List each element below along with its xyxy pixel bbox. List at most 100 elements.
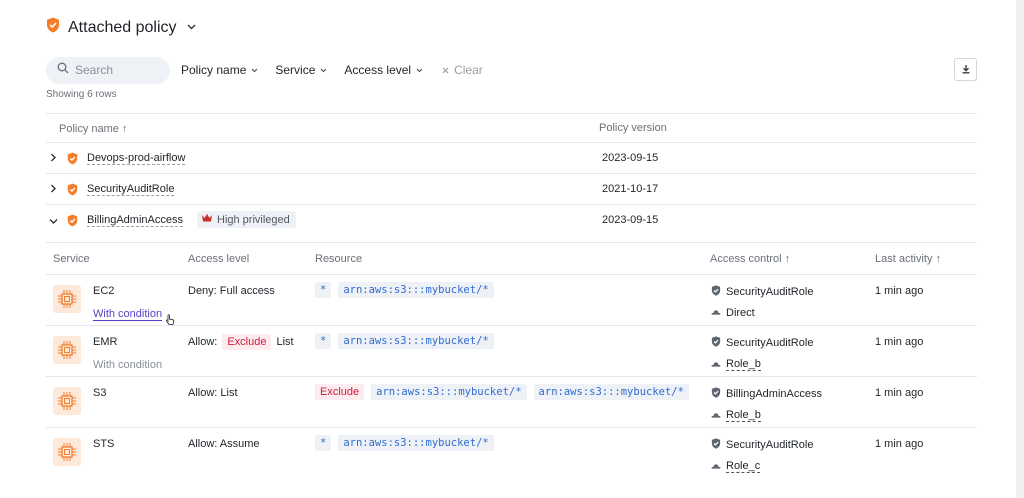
crown-icon: [201, 213, 213, 226]
policy-name[interactable]: BillingAdminAccess: [87, 214, 183, 227]
access-control-source: Role_b: [711, 409, 761, 422]
shield-icon: [711, 387, 721, 401]
filter-toolbar: Policy name Service Access level Clear: [46, 56, 977, 84]
role-name: SecurityAuditRole: [726, 286, 814, 298]
column-header-resource[interactable]: Resource: [315, 253, 362, 265]
filter-label: Access level: [344, 63, 412, 77]
access-control-role: BillingAdminAccess: [711, 387, 822, 401]
access-level: Allow: Assume: [188, 438, 260, 450]
access-text: Deny: Full access: [188, 285, 275, 297]
last-activity: 1 min ago: [875, 387, 924, 399]
resource-list: * arn:aws:s3:::mybucket/*: [315, 333, 494, 349]
resource-tag: arn:aws:s3:::mybucket/*: [338, 435, 494, 451]
shield-icon: [67, 183, 78, 199]
chip-icon: [53, 438, 81, 466]
access-control-role: SecurityAuditRole: [711, 438, 813, 452]
table-row[interactable]: EC2 With condition Deny: Full access * a…: [46, 275, 977, 326]
access-control-source: Role_b: [711, 358, 761, 371]
access-text: Allow: Assume: [188, 438, 260, 450]
chip-icon: [53, 387, 81, 415]
download-button[interactable]: [954, 58, 977, 81]
table-row[interactable]: SecurityAuditRole 2021-10-17: [46, 174, 977, 205]
table-row[interactable]: BillingAdminAccess High privileged 2023-…: [46, 205, 977, 243]
chevron-right-icon[interactable]: [50, 153, 57, 165]
policy-version: 2021-10-17: [602, 183, 659, 195]
access-text: Allow:: [188, 336, 218, 348]
column-header-policy-name[interactable]: Policy name ↑: [59, 123, 127, 135]
shield-icon: [46, 17, 60, 38]
role-name: BillingAdminAccess: [726, 388, 822, 400]
access-level: Allow: Exclude List: [188, 334, 294, 350]
filter-access-level[interactable]: Access level: [344, 63, 423, 77]
column-header-access-level[interactable]: Access level: [188, 253, 249, 265]
row-count-text: Showing 6 rows: [46, 89, 117, 100]
role-link[interactable]: Role_b: [726, 409, 761, 422]
table-row[interactable]: S3 Allow: List Exclude arn:aws:s3:::mybu…: [46, 377, 977, 428]
filter-policy-name[interactable]: Policy name: [181, 63, 258, 77]
service-name: EMR: [93, 336, 118, 348]
chevron-down-icon: [416, 66, 423, 75]
policy-name[interactable]: Devops-prod-airflow: [87, 152, 186, 165]
access-control-source: Direct: [711, 307, 755, 319]
table-row[interactable]: EMR With condition Allow: Exclude List *…: [46, 326, 977, 377]
column-header-service[interactable]: Service: [53, 253, 90, 265]
service-name: EC2: [93, 285, 115, 297]
hat-icon: [711, 461, 721, 473]
with-condition-link[interactable]: With condition: [93, 308, 163, 321]
policy-table: Policy name ↑ Policy version Devops-prod…: [46, 113, 977, 243]
resource-tag: *: [315, 333, 332, 349]
header[interactable]: Attached policy: [46, 17, 196, 38]
scrollbar-track[interactable]: [1016, 0, 1024, 498]
service-name: STS: [93, 438, 115, 450]
download-icon: [961, 61, 971, 79]
service-name: S3: [93, 387, 107, 399]
clear-label: Clear: [454, 63, 483, 77]
shield-icon: [711, 336, 721, 350]
search-icon: [57, 61, 69, 79]
column-header-policy-version[interactable]: Policy version: [599, 122, 667, 134]
chevron-right-icon[interactable]: [50, 184, 57, 196]
resource-list: Exclude arn:aws:s3:::mybucket/* arn:aws:…: [315, 384, 689, 400]
policy-details-table: Service Access level Resource Access con…: [46, 244, 977, 479]
chip-icon: [53, 336, 81, 364]
table-header: Service Access level Resource Access con…: [46, 244, 977, 275]
policy-name[interactable]: SecurityAuditRole: [87, 183, 175, 196]
filter-label: Service: [275, 63, 316, 77]
hat-icon: [711, 359, 721, 371]
policy-version: 2023-09-15: [602, 152, 659, 164]
page-title: Attached policy: [68, 18, 177, 36]
access-control-source: Role_c: [711, 460, 761, 473]
column-header-access-control[interactable]: Access control ↑: [710, 253, 790, 265]
table-row[interactable]: Devops-prod-airflow 2023-09-15: [46, 143, 977, 174]
shield-icon: [67, 214, 78, 230]
source-label: Direct: [726, 307, 755, 319]
resource-list: * arn:aws:s3:::mybucket/*: [315, 435, 494, 451]
search-input[interactable]: [75, 63, 155, 77]
exclude-tag: Exclude: [222, 334, 272, 350]
hat-icon: [711, 307, 721, 319]
column-header-last-activity[interactable]: Last activity ↑: [875, 253, 941, 265]
role-link[interactable]: Role_b: [726, 358, 761, 371]
clear-filters-button[interactable]: Clear: [442, 63, 483, 77]
hat-icon: [711, 410, 721, 422]
access-level: Allow: List: [188, 387, 238, 399]
table-row[interactable]: STS Allow: Assume * arn:aws:s3:::mybucke…: [46, 428, 977, 479]
chevron-down-icon[interactable]: [187, 22, 196, 33]
access-text: List: [276, 336, 294, 348]
search-box[interactable]: [46, 56, 170, 84]
last-activity: 1 min ago: [875, 336, 924, 348]
badge-label: High privileged: [217, 213, 290, 226]
chevron-down-icon[interactable]: [49, 217, 58, 228]
last-activity: 1 min ago: [875, 285, 924, 297]
resource-tag: arn:aws:s3:::mybucket/*: [533, 384, 689, 400]
shield-icon: [711, 285, 721, 299]
chevron-down-icon: [320, 66, 327, 75]
resource-tag: arn:aws:s3:::mybucket/*: [338, 282, 494, 298]
filter-label: Policy name: [181, 63, 247, 77]
access-text: Allow: List: [188, 387, 238, 399]
resource-tag: *: [315, 435, 332, 451]
filter-service[interactable]: Service: [275, 63, 327, 77]
policy-version: 2023-09-15: [602, 214, 659, 226]
page: Attached policy Policy name Service Acce…: [0, 0, 1024, 498]
role-link[interactable]: Role_c: [726, 460, 761, 473]
